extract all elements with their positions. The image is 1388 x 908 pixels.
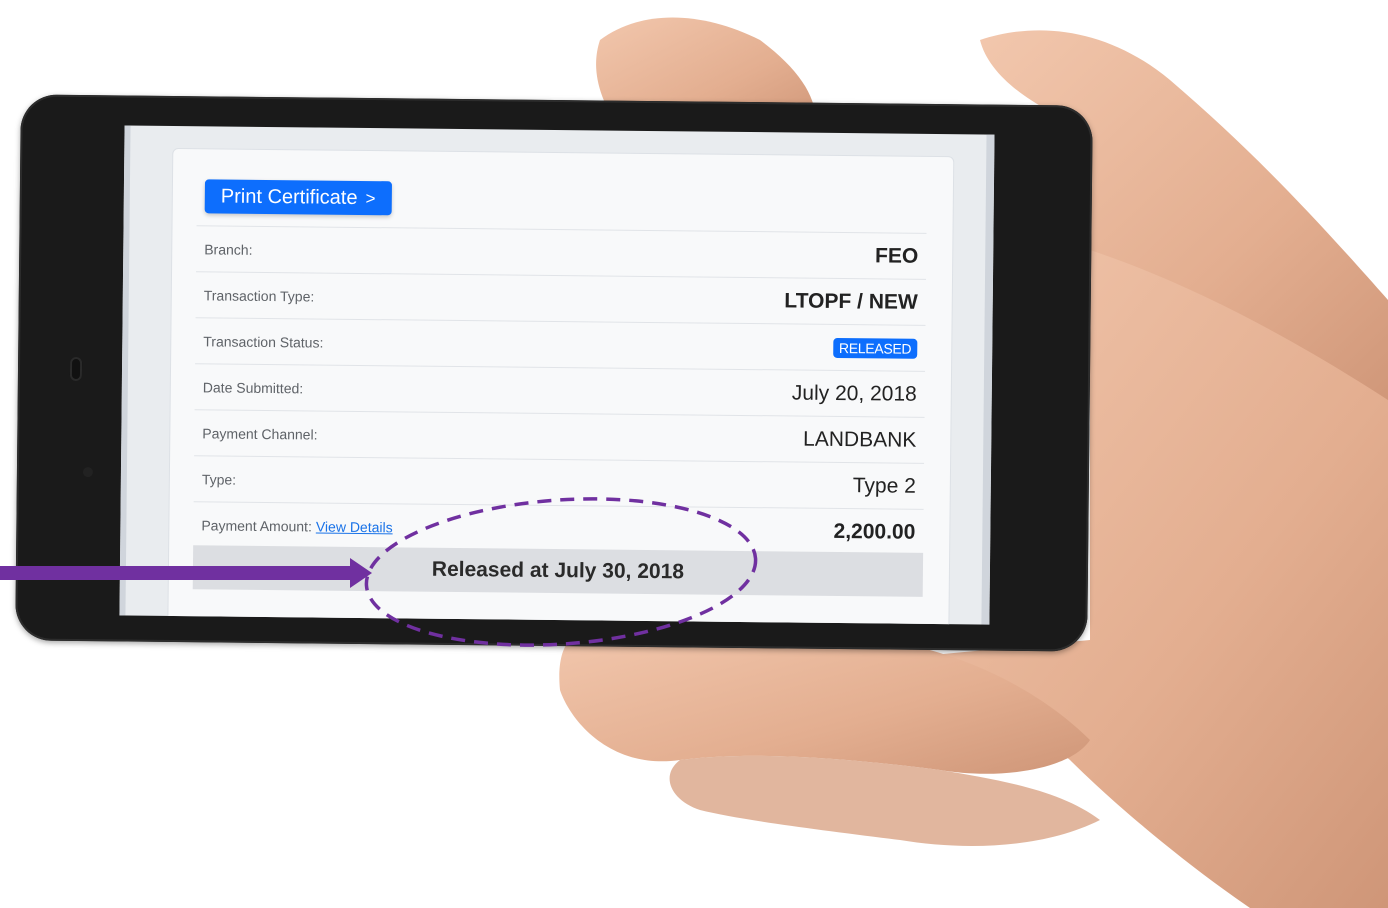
payment-amount-label: Payment Amount: — [201, 516, 312, 534]
print-certificate-label: Print Certificate — [220, 185, 358, 209]
detail-value: Type 2 — [852, 473, 916, 498]
chevron-right-icon: > — [365, 189, 376, 209]
detail-value: LANDBANK — [803, 427, 917, 452]
detail-label: Transaction Status: — [203, 332, 324, 351]
detail-label: Payment Channel: — [202, 424, 318, 443]
view-details-link[interactable]: View Details — [316, 518, 393, 535]
detail-row-transaction-type: Transaction Type: LTOPF / NEW — [195, 271, 927, 325]
transaction-card: Print Certificate > Branch: FEO Transacti… — [167, 147, 955, 625]
detail-row-payment-channel: Payment Channel: LANDBANK — [194, 409, 925, 463]
earpiece — [69, 356, 83, 382]
detail-label: Payment Amount: View Details — [193, 517, 392, 535]
detail-value: FEO — [874, 243, 919, 268]
detail-row-type: Type: Type 2 — [193, 455, 925, 509]
detail-row-branch: Branch: FEO — [196, 225, 927, 279]
status-badge: RELEASED — [832, 337, 918, 359]
camera — [82, 467, 93, 478]
released-banner: Released at July 30, 2018 — [192, 545, 924, 597]
details-list: Branch: FEO Transaction Type: LTOPF / NE… — [193, 225, 927, 555]
detail-label: Transaction Type: — [203, 286, 315, 304]
detail-label: Branch: — [204, 240, 253, 258]
print-certificate-button[interactable]: Print Certificate > — [204, 179, 392, 216]
phone-screen: Print Certificate > Branch: FEO Transacti… — [119, 125, 995, 625]
phone-device: Print Certificate > Branch: FEO Transacti… — [15, 94, 1093, 652]
detail-value: LTOPF / NEW — [784, 288, 918, 314]
detail-label: Type: — [201, 470, 237, 488]
detail-value: July 20, 2018 — [791, 380, 917, 406]
detail-label: Date Submitted: — [202, 378, 304, 396]
screen-edge-left — [119, 125, 131, 616]
screen-edge-right — [981, 134, 995, 625]
detail-row-transaction-status: Transaction Status: RELEASED — [195, 317, 926, 371]
detail-row-date-submitted: Date Submitted: July 20, 2018 — [194, 363, 926, 417]
stage: Print Certificate > Branch: FEO Transacti… — [0, 0, 1388, 908]
detail-value: 2,200.00 — [833, 519, 916, 544]
